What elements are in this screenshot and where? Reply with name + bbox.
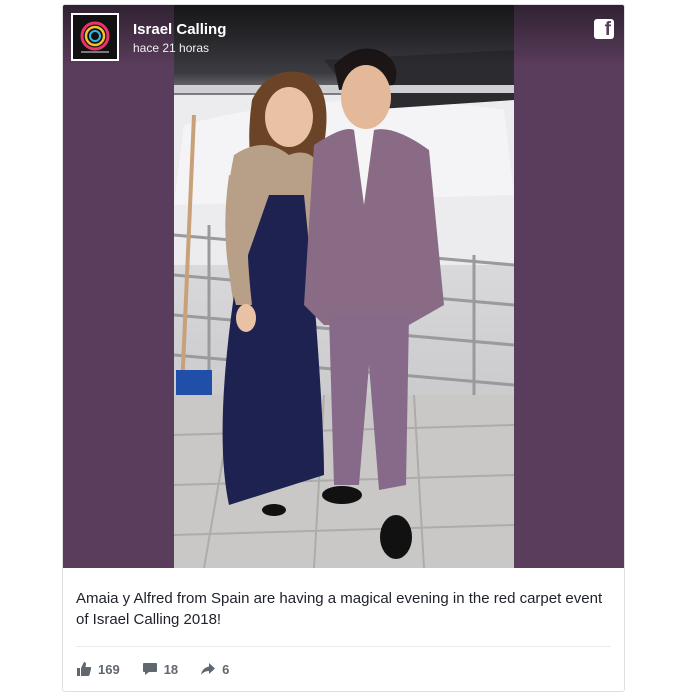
engagement-bar: 169 18 6 — [76, 659, 229, 679]
comment-icon — [142, 663, 157, 675]
israel-calling-logo-icon — [80, 21, 110, 53]
divider — [76, 646, 611, 647]
page-avatar[interactable] — [71, 13, 119, 61]
like-count: 169 — [98, 661, 120, 677]
share-count: 6 — [222, 661, 230, 677]
share-arrow-icon — [201, 663, 216, 675]
photo-illustration — [174, 48, 514, 568]
post-timestamp[interactable]: hace 21 horas — [133, 41, 209, 55]
post-media[interactable]: Israel Calling hace 21 horas f — [63, 5, 624, 568]
share-count-button[interactable]: 6 — [200, 661, 229, 677]
post-header: Israel Calling hace 21 horas f — [63, 5, 624, 67]
facebook-f-icon[interactable]: f — [594, 19, 614, 39]
thumbs-up-icon — [77, 662, 92, 676]
post-photo[interactable] — [174, 5, 514, 568]
comment-count-button[interactable]: 18 — [142, 661, 178, 677]
facebook-post-card: Israel Calling hace 21 horas f Amaia y A… — [62, 4, 625, 692]
comment-count: 18 — [163, 661, 179, 677]
like-count-button[interactable]: 169 — [76, 661, 120, 677]
page-name[interactable]: Israel Calling — [133, 21, 226, 39]
post-caption: Amaia y Alfred from Spain are having a m… — [76, 590, 603, 628]
